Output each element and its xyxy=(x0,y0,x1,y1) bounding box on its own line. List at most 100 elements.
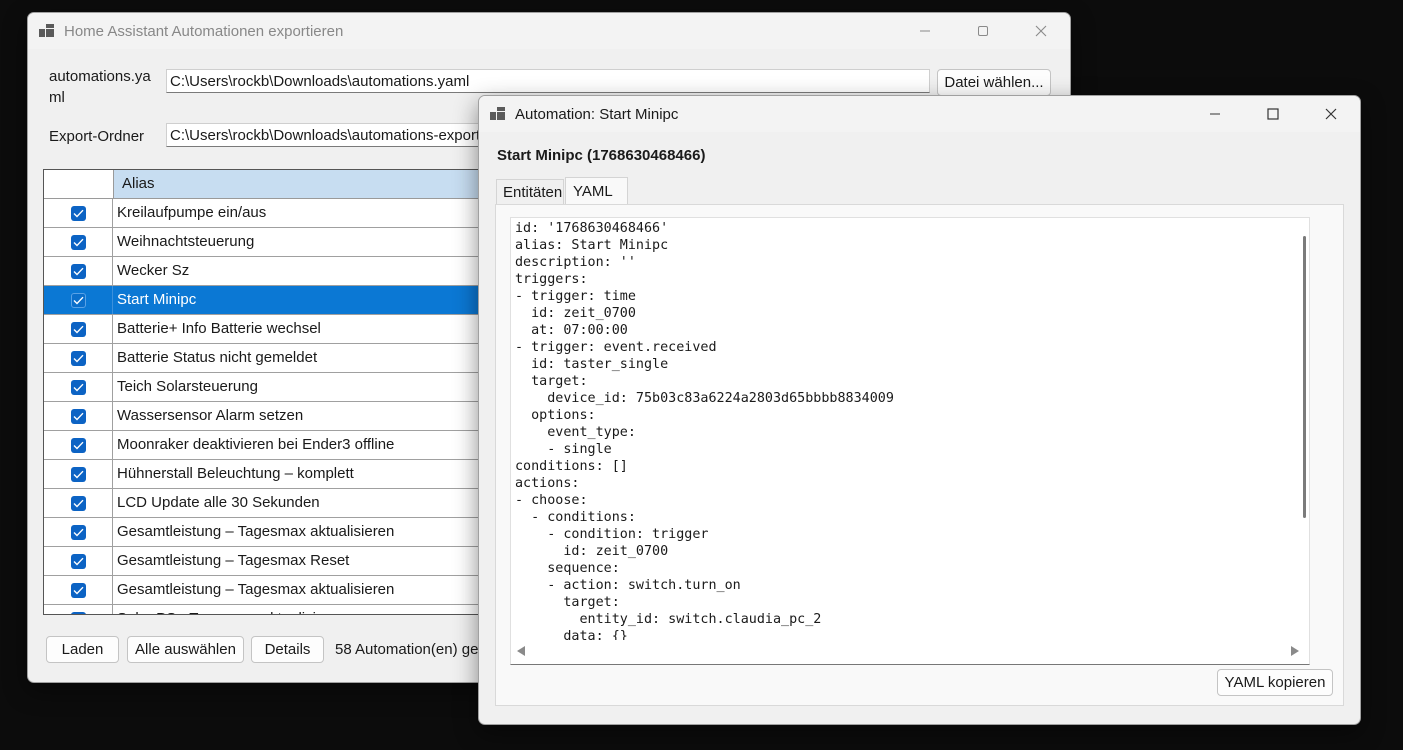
row-alias: Batterie Status nicht gemeldet xyxy=(117,349,318,366)
close-icon xyxy=(1325,108,1337,120)
row-checkbox-cell[interactable] xyxy=(44,373,113,401)
checkbox-checked-icon[interactable] xyxy=(70,466,86,482)
yaml-line: id: taster_single xyxy=(515,357,669,372)
checkbox-checked-icon[interactable] xyxy=(70,350,86,366)
checkbox-checked-icon[interactable] xyxy=(70,321,86,337)
row-checkbox-cell[interactable] xyxy=(44,228,113,256)
row-alias: Start Minipc xyxy=(117,291,197,308)
row-checkbox-cell[interactable] xyxy=(44,199,113,227)
vertical-scrollbar[interactable] xyxy=(1301,236,1309,521)
yaml-textbox[interactable]: id: '1768630468466' alias: Start Minipc de… xyxy=(510,217,1310,665)
table-row[interactable]: Batterie+ Info Batterie wechsel xyxy=(44,315,482,344)
checkbox-checked-icon[interactable] xyxy=(70,379,86,395)
tab-entities[interactable]: Entitäten xyxy=(496,179,564,205)
checkbox-checked-icon[interactable] xyxy=(70,495,86,511)
table-row[interactable]: Teich Solarsteuerung xyxy=(44,373,482,402)
yaml-line: target: xyxy=(515,595,620,610)
select-all-button[interactable]: Alle auswählen xyxy=(127,636,244,663)
row-checkbox-cell[interactable] xyxy=(44,518,113,546)
detail-minimize-button[interactable] xyxy=(1186,96,1244,132)
table-row[interactable]: LCD Update alle 30 Sekunden xyxy=(44,489,482,518)
row-checkbox-cell[interactable] xyxy=(44,460,113,488)
checkbox-checked-icon[interactable] xyxy=(70,582,86,598)
minimize-button[interactable] xyxy=(896,13,954,49)
automation-heading: Start Minipc (1768630468466) xyxy=(497,147,706,164)
detail-maximize-button[interactable] xyxy=(1244,96,1302,132)
row-checkbox-cell[interactable] xyxy=(44,257,113,285)
table-row[interactable]: Gesamtleistung – Tagesmax aktualisieren xyxy=(44,518,482,547)
main-titlebar[interactable]: Home Assistant Automationen exportieren xyxy=(28,13,1070,49)
row-alias: Gesamtleistung – Tagesmax aktualisieren xyxy=(117,523,395,540)
export-folder-label: Export-Ordner xyxy=(49,128,145,145)
load-button[interactable]: Laden xyxy=(46,636,119,663)
row-checkbox-cell[interactable] xyxy=(44,315,113,343)
copy-yaml-button[interactable]: YAML kopieren xyxy=(1217,669,1333,696)
detail-window-title: Automation: Start Minipc xyxy=(515,105,679,123)
main-window-title: Home Assistant Automationen exportieren xyxy=(64,22,344,40)
checkbox-checked-icon[interactable] xyxy=(70,408,86,424)
row-checkbox-cell[interactable] xyxy=(44,576,113,604)
checkbox-checked-icon[interactable] xyxy=(70,524,86,540)
horizontal-scrollbar[interactable] xyxy=(511,640,1309,664)
table-row[interactable]: Wassersensor Alarm setzen xyxy=(44,402,482,431)
table-row[interactable]: Kreilaufpumpe ein/aus xyxy=(44,199,482,228)
row-alias: Hühnerstall Beleuchtung – komplett xyxy=(117,465,354,482)
row-checkbox-cell[interactable] xyxy=(44,431,113,459)
table-row[interactable]: Gesamtleistung – Tagesmax aktualisieren xyxy=(44,576,482,605)
details-button[interactable]: Details xyxy=(251,636,324,663)
yaml-line: - single xyxy=(515,442,612,457)
checkbox-checked-icon[interactable] xyxy=(70,205,86,221)
table-row[interactable]: Moonraker deaktivieren bei Ender3 offlin… xyxy=(44,431,482,460)
checkbox-checked-icon[interactable] xyxy=(70,263,86,279)
row-alias: Gesamtleistung – Tagesmax Reset xyxy=(117,552,350,569)
choose-file-button[interactable]: Datei wählen... xyxy=(937,69,1051,96)
table-row[interactable]: Weihnachtsteuerung xyxy=(44,228,482,257)
yaml-line: at: 07:00:00 xyxy=(515,323,628,338)
row-checkbox-cell[interactable] xyxy=(44,605,113,614)
yaml-line: - choose: xyxy=(515,493,588,508)
yaml-line: entity_id: switch.claudia_pc_2 xyxy=(515,612,822,627)
scroll-left-arrow-icon[interactable] xyxy=(517,646,525,656)
row-checkbox-cell[interactable] xyxy=(44,286,113,314)
grid-header-alias[interactable]: Alias xyxy=(114,170,482,198)
maximize-button[interactable] xyxy=(954,13,1012,49)
checkbox-checked-icon[interactable] xyxy=(70,292,86,308)
detail-titlebar[interactable]: Automation: Start Minipc xyxy=(479,96,1360,132)
maximize-icon xyxy=(1267,108,1279,120)
grid-header-checkbox-column[interactable] xyxy=(44,170,114,198)
close-button[interactable] xyxy=(1012,13,1070,49)
table-row[interactable]: Gesamtleistung – Tagesmax Reset xyxy=(44,547,482,576)
row-alias: Weihnachtsteuerung xyxy=(117,233,255,250)
table-row[interactable]: Batterie Status nicht gemeldet xyxy=(44,344,482,373)
row-checkbox-cell[interactable] xyxy=(44,547,113,575)
table-row[interactable]: Hühnerstall Beleuchtung – komplett xyxy=(44,460,482,489)
tab-yaml[interactable]: YAML xyxy=(565,177,628,205)
yaml-line: id: zeit_0700 xyxy=(515,544,669,559)
yaml-line: description: '' xyxy=(515,255,636,270)
yaml-line: id: zeit_0700 xyxy=(515,306,636,321)
checkbox-checked-icon[interactable] xyxy=(70,553,86,569)
detail-window: Automation: Start Minipc Start Minipc (1… xyxy=(478,95,1361,725)
automations-path-input[interactable]: C:\Users\rockb\Downloads\automations.yam… xyxy=(166,69,930,93)
row-checkbox-cell[interactable] xyxy=(44,402,113,430)
automations-grid[interactable]: Alias Kreilaufpumpe ein/aus Weihnachtsteu… xyxy=(43,169,483,615)
yaml-code: id: '1768630468466' alias: Start Minipc de… xyxy=(515,220,894,645)
row-alias: Wassersensor Alarm setzen xyxy=(117,407,304,424)
checkbox-checked-icon[interactable] xyxy=(70,437,86,453)
app-icon xyxy=(39,24,55,38)
scroll-right-arrow-icon[interactable] xyxy=(1291,646,1299,656)
row-alias: Teich Solarsteuerung xyxy=(117,378,258,395)
table-row[interactable]: Start Minipc xyxy=(44,286,482,315)
yaml-line: conditions: [] xyxy=(515,459,628,474)
checkbox-checked-icon[interactable] xyxy=(70,611,86,614)
table-row[interactable]: Solar PS - Tagesmax aktualisieren xyxy=(44,605,482,614)
table-row[interactable]: Wecker Sz xyxy=(44,257,482,286)
yaml-line: device_id: 75b03c83a6224a2803d65bbbb8834… xyxy=(515,391,894,406)
minimize-icon xyxy=(1210,113,1220,115)
row-checkbox-cell[interactable] xyxy=(44,489,113,517)
row-checkbox-cell[interactable] xyxy=(44,344,113,372)
checkbox-checked-icon[interactable] xyxy=(70,234,86,250)
vertical-scrollbar-thumb[interactable] xyxy=(1303,236,1306,518)
automations-file-label: automations.ya ml xyxy=(49,68,151,106)
detail-close-button[interactable] xyxy=(1302,96,1360,132)
